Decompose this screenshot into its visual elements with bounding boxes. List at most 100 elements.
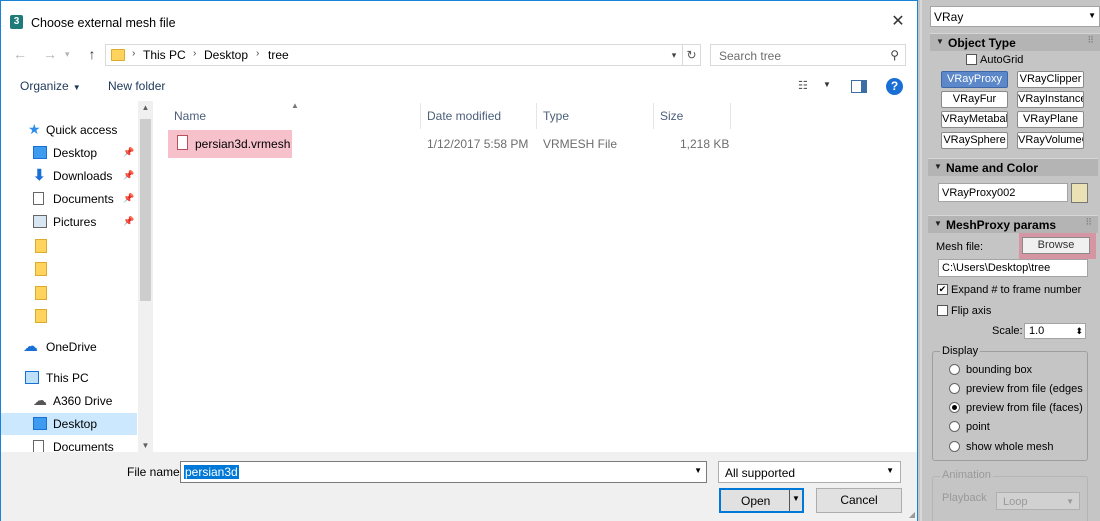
rollout-meshproxy-params[interactable]: ▼ MeshProxy params ⠿ <box>928 215 1098 233</box>
view-options-chevron-icon[interactable]: ▼ <box>823 80 831 89</box>
search-icon[interactable]: ⚲ <box>890 48 899 62</box>
nav-item-label: Desktop <box>53 146 98 160</box>
recent-locations-chevron-icon[interactable]: ▾ <box>65 45 75 63</box>
vraymetaball-button[interactable]: VRayMetaball <box>941 111 1008 128</box>
cancel-button[interactable]: Cancel <box>816 488 902 513</box>
browse-highlight: Browse <box>1019 233 1096 259</box>
chevron-down-icon[interactable]: ▼ <box>694 466 702 475</box>
nav-item-label: Documents <box>53 192 114 206</box>
organize-button[interactable]: Organize ▼ <box>20 79 81 93</box>
nav-item-desktop-selected[interactable]: Desktop <box>1 413 137 435</box>
back-arrow-icon[interactable]: ← <box>11 45 29 63</box>
nav-item-label: Desktop <box>53 417 98 431</box>
vraysphere-button[interactable]: VRaySphere <box>941 132 1008 149</box>
nav-item-a360-drive[interactable]: ☁ A360 Drive <box>1 390 137 412</box>
column-divider[interactable] <box>536 103 537 129</box>
address-dropdown-chevron-icon[interactable]: ▾ <box>666 45 682 65</box>
object-color-swatch[interactable] <box>1071 183 1088 203</box>
collapse-icon: ▼ <box>936 37 944 46</box>
nav-item-desktop[interactable]: Desktop 📌 <box>1 142 137 164</box>
breadcrumb-desktop[interactable]: Desktop <box>204 48 248 62</box>
object-name-input[interactable]: VRayProxy002 <box>938 183 1068 202</box>
rollout-grip-icon[interactable]: ⠿ <box>1087 35 1094 46</box>
open-button[interactable]: Open ▼ <box>719 488 804 513</box>
column-header-date-modified[interactable]: Date modified <box>427 109 501 123</box>
search-placeholder: Search tree <box>719 49 782 63</box>
autogrid-checkbox[interactable] <box>966 54 977 65</box>
forward-arrow-icon[interactable]: → <box>41 45 59 63</box>
up-arrow-icon[interactable]: ↑ <box>83 45 101 63</box>
new-folder-button[interactable]: New folder <box>108 79 165 93</box>
details-view-icon[interactable]: ☷ <box>798 80 814 92</box>
nav-item-folder[interactable] <box>1 282 137 304</box>
preview-pane-icon[interactable] <box>851 80 867 93</box>
browse-button[interactable]: Browse <box>1022 237 1090 254</box>
column-divider[interactable] <box>420 103 421 129</box>
breadcrumb-separator: › <box>256 48 260 59</box>
nav-item-quick-access[interactable]: ★ Quick access <box>1 119 137 141</box>
nav-scrollbar[interactable]: ▲ ▼ <box>138 101 153 452</box>
file-name-value[interactable]: persian3d <box>184 465 239 479</box>
command-toolbar: Organize ▼ New folder ☷ ▼ ? <box>1 73 917 101</box>
refresh-icon[interactable]: ↻ <box>682 45 700 65</box>
help-icon[interactable]: ? <box>886 78 903 95</box>
chevron-down-icon[interactable]: ▼ <box>886 466 894 475</box>
radio-preview-edges[interactable] <box>949 383 960 394</box>
dialog-titlebar[interactable]: 3 Choose external mesh file ✕ <box>1 1 917 41</box>
rollout-name-and-color[interactable]: ▼ Name and Color <box>928 158 1098 176</box>
nav-item-folder[interactable] <box>1 235 137 257</box>
breadcrumb-this-pc[interactable]: This PC <box>143 48 186 62</box>
file-type: VRMESH File <box>543 137 618 151</box>
scroll-up-icon[interactable]: ▲ <box>138 103 153 112</box>
category-dropdown[interactable]: VRay ▼ <box>930 6 1100 27</box>
file-size: 1,218 KB <box>680 137 730 151</box>
resize-grip-icon[interactable]: ◢ <box>909 510 915 519</box>
rollout-title: Name and Color <box>946 161 1039 175</box>
nav-item-label: Downloads <box>53 169 113 183</box>
open-options-chevron-icon[interactable]: ▼ <box>792 494 800 503</box>
spinner-arrows-icon[interactable]: ⬍ <box>1075 324 1083 338</box>
breadcrumb-tree[interactable]: tree <box>268 48 289 62</box>
radio-show-whole-mesh[interactable] <box>949 441 960 452</box>
radio-point[interactable] <box>949 421 960 432</box>
column-header-name[interactable]: Name <box>174 109 206 123</box>
flip-axis-checkbox[interactable] <box>937 305 948 316</box>
vrayfur-button[interactable]: VRayFur <box>941 91 1008 108</box>
file-name-input[interactable]: persian3d ▼ <box>180 461 707 483</box>
chevron-down-icon[interactable]: ▼ <box>1066 497 1074 506</box>
rollout-object-type[interactable]: ▼ Object Type ⠿ <box>930 33 1100 51</box>
nav-item-onedrive[interactable]: ☁ OneDrive <box>1 336 137 358</box>
column-divider[interactable] <box>653 103 654 129</box>
scroll-thumb[interactable] <box>140 119 151 301</box>
search-box[interactable]: Search tree ⚲ <box>710 44 906 66</box>
file-type-filter-select[interactable]: All supported ▼ <box>718 461 901 483</box>
nav-item-folder[interactable] <box>1 258 137 280</box>
radio-preview-faces[interactable] <box>949 402 960 413</box>
playback-select[interactable]: Loop ▼ <box>996 492 1080 510</box>
scale-spinner[interactable]: 1.0 ⬍ <box>1024 323 1086 339</box>
radio-bounding-box[interactable] <box>949 364 960 375</box>
rollout-grip-icon[interactable]: ⠿ <box>1085 217 1092 228</box>
vrayvolumegrid-button[interactable]: VRayVolumeGrid <box>1017 132 1084 149</box>
file-row[interactable]: persian3d.vrmesh <box>168 130 292 158</box>
vrayinstancer-button[interactable]: VRayInstancer <box>1017 91 1084 108</box>
vrayclipper-button[interactable]: VRayClipper <box>1017 71 1084 88</box>
nav-item-documents[interactable]: Documents 📌 <box>1 188 137 210</box>
column-header-type[interactable]: Type <box>543 109 569 123</box>
nav-item-this-pc[interactable]: This PC <box>1 367 137 389</box>
nav-item-folder[interactable] <box>1 305 137 327</box>
nav-item-label: A360 Drive <box>53 394 113 408</box>
scroll-down-icon[interactable]: ▼ <box>138 441 153 450</box>
nav-item-pictures[interactable]: Pictures 📌 <box>1 211 137 233</box>
vrayplane-button[interactable]: VRayPlane <box>1017 111 1084 128</box>
column-header-size[interactable]: Size <box>660 109 683 123</box>
column-divider[interactable] <box>730 103 731 129</box>
mesh-file-path-input[interactable]: C:\Users\Desktop\tree <box>938 259 1088 277</box>
vrayproxy-button[interactable]: VRayProxy <box>941 71 1008 88</box>
nav-item-downloads[interactable]: ⬇ Downloads 📌 <box>1 165 137 187</box>
chevron-down-icon[interactable]: ▼ <box>1088 11 1096 20</box>
close-icon[interactable]: ✕ <box>887 11 909 33</box>
folder-icon <box>111 49 125 61</box>
expand-frame-checkbox[interactable]: ✔ <box>937 284 948 295</box>
address-bar[interactable]: › This PC › Desktop › tree ▾ ↻ <box>105 44 701 66</box>
